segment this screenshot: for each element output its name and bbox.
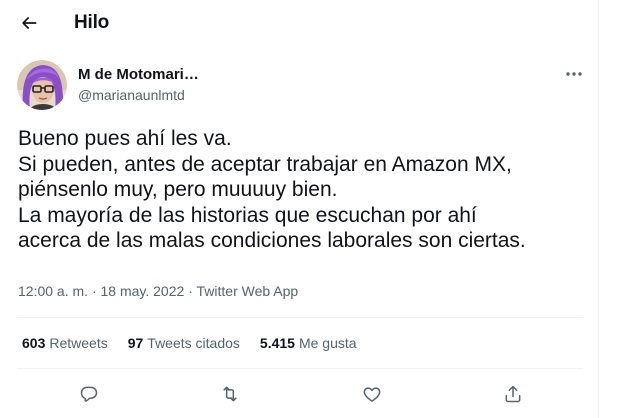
retweet-button[interactable]	[213, 380, 247, 408]
heart-icon	[363, 387, 381, 402]
tweet-time: 12:00 a. m.	[18, 283, 89, 299]
page-title: Hilo	[74, 12, 110, 33]
author-handle[interactable]: @marianaunlmtd	[78, 87, 185, 103]
divider	[17, 368, 583, 369]
retweets-count: 603	[22, 335, 46, 351]
likes-label: Me gusta	[298, 335, 357, 351]
author-name[interactable]: M de Motomari…	[78, 66, 199, 83]
column-border	[598, 0, 599, 418]
thread-view: Hilo M de Motomari… @marianaunlmtd Bueno…	[0, 0, 619, 418]
reply-icon	[80, 386, 98, 402]
tweet-line: piénsenlo muy, pero muuuuy bien.	[18, 178, 338, 201]
retweets-stat[interactable]: 603 Retweets	[22, 335, 108, 351]
tweet-date: 18 may. 2022	[100, 283, 185, 299]
likes-stat[interactable]: 5.415 Me gusta	[260, 335, 357, 351]
more-horizontal-icon	[566, 72, 582, 76]
back-button[interactable]	[12, 6, 46, 40]
tweet-line: acerca de las malas condiciones laborale…	[18, 229, 526, 252]
quotes-count: 97	[127, 335, 144, 351]
like-button[interactable]	[355, 380, 389, 408]
tweet-source[interactable]: Twitter Web App	[197, 283, 299, 299]
tweet-stats: 603 Retweets 97 Tweets citados 5.415 Me gus…	[22, 335, 377, 351]
more-options-button[interactable]	[560, 62, 588, 86]
meta-separator: ·	[188, 283, 193, 299]
quotes-label: Tweets citados	[147, 335, 240, 351]
likes-count: 5.415	[259, 335, 295, 351]
header-bar: Hilo	[0, 0, 598, 46]
retweets-label: Retweets	[49, 335, 108, 351]
tweet-time-link[interactable]: 12:00 a. m. · 18 may. 2022	[18, 283, 184, 299]
reply-button[interactable]	[72, 380, 106, 408]
tweet-line: La mayoría de las historias que escuchan…	[18, 203, 477, 227]
avatar[interactable]	[17, 60, 67, 110]
tweet-meta: 12:00 a. m. · 18 may. 2022 · Twitter Web…	[18, 283, 298, 299]
retweet-icon	[223, 386, 237, 402]
divider	[17, 317, 583, 318]
avatar-image	[17, 60, 67, 110]
meta-separator: ·	[91, 283, 97, 299]
share-icon	[505, 385, 521, 403]
quotes-stat[interactable]: 97 Tweets citados	[128, 335, 240, 351]
share-button[interactable]	[496, 380, 530, 408]
tweet-line: Si pueden, antes de aceptar trabajar en …	[18, 152, 512, 176]
arrow-left-icon	[22, 17, 37, 29]
tweet-line: Bueno pues ahí les va.	[18, 127, 232, 150]
tweet-text: Bueno pues ahí les va. Si pueden, antes …	[18, 126, 590, 254]
